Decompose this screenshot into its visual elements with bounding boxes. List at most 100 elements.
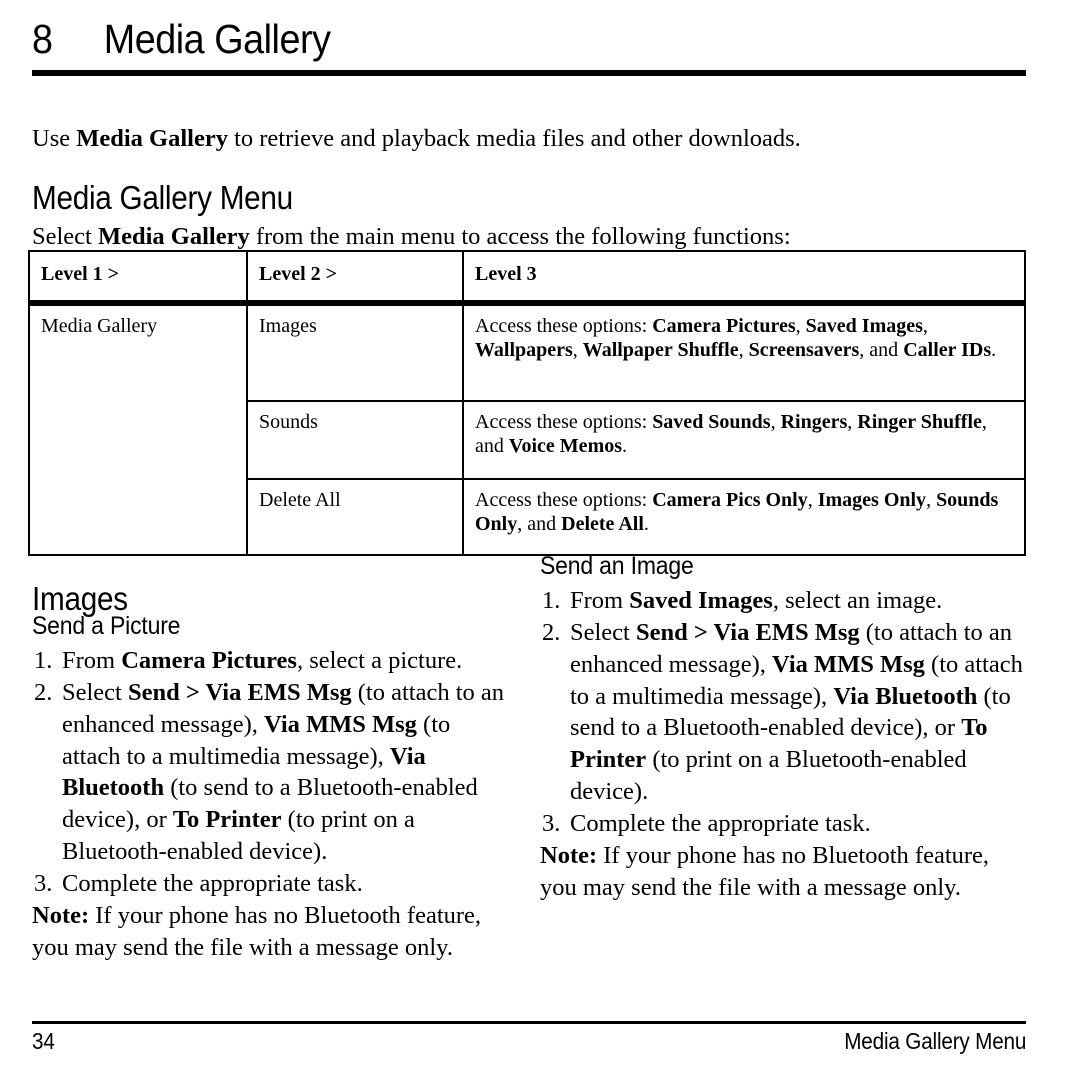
table-row: Media Gallery Images Access these option…: [28, 302, 1026, 556]
intro-prefix: Use: [32, 124, 77, 152]
page-footer: 34 Media Gallery Menu: [32, 1028, 1026, 1055]
intro-suffix: to retrieve and playback media files and…: [227, 124, 801, 152]
table-body: Media Gallery Images Access these option…: [28, 302, 1026, 556]
menu-structure-table: Level 1 > Level 2 > Level 3 Media Galler…: [28, 250, 1026, 556]
level3-terminator: .: [643, 513, 649, 536]
level3-option: Saved Images: [805, 315, 923, 337]
level3-option: Wallpapers: [475, 339, 573, 362]
step-number: 3.: [34, 869, 53, 897]
note-send-an-image: Note: If your phone has no Bluetooth fea…: [540, 840, 1026, 904]
cell-level2-images: Images: [246, 302, 464, 402]
document-page: 8 Media Gallery Use Media Gallery to ret…: [0, 0, 1080, 1080]
step-number: 2.: [34, 678, 53, 706]
step-text: Select: [62, 678, 128, 706]
level3-separator: ,: [770, 411, 781, 433]
step-text: Complete the appropriate task.: [62, 869, 363, 897]
step-bold-term: Camera Pictures: [121, 647, 297, 674]
chapter-rule-divider: [32, 70, 1026, 76]
page-number: 34: [32, 1028, 55, 1054]
column-left: Send a Picture 1. From Camera Pictures, s…: [32, 612, 512, 988]
step-item: 2. Select Send > Via EMS Msg (to attach t…: [542, 617, 1026, 808]
step-text: From: [570, 587, 630, 614]
intro-bold-term: Media Gallery: [76, 124, 228, 152]
column-right: Send an Image 1. From Saved Images, selec…: [540, 552, 1026, 928]
level3-separator: ,: [847, 411, 858, 433]
level3-option: Screensavers: [748, 339, 860, 362]
step-text: , select a picture.: [296, 647, 463, 674]
level3-option: Delete All: [561, 513, 644, 536]
step-text: , select an image.: [772, 587, 943, 614]
step-text: Select: [570, 618, 636, 646]
level3-option: Ringer Shuffle: [857, 411, 982, 433]
level3-prefix: Access these options:: [475, 315, 653, 337]
level3-separator: ,: [926, 489, 937, 511]
column-header-level-2: Level 2 >: [246, 250, 464, 306]
step-number: 1.: [542, 587, 561, 614]
level3-option: Ringers: [780, 411, 848, 433]
cell-level3-delete-all: Access these options: Camera Pics Only , …: [462, 478, 1026, 556]
step-text: Complete the appropriate task.: [570, 809, 871, 837]
level3-separator: ,: [738, 339, 749, 362]
note-label: Note:: [32, 901, 90, 929]
subsection-heading-send-an-image: Send an Image: [540, 552, 694, 580]
note-text: If your phone has no Bluetooth feature, …: [540, 841, 990, 901]
menu-lead-bold-term: Media Gallery: [98, 222, 250, 250]
cell-level3-sounds: Access these options: Saved Sounds, Ring…: [462, 400, 1026, 480]
note-label: Note:: [540, 841, 598, 869]
steps-list-send-a-picture: 1. From Camera Pictures, select a picture…: [32, 645, 512, 900]
step-bold-term: Via MMS Msg: [772, 650, 925, 678]
level3-separator: , and: [859, 339, 904, 362]
footer-rule-divider: [32, 1021, 1026, 1024]
step-number: 2.: [542, 618, 561, 646]
step-number: 1.: [34, 647, 53, 674]
step-item: 2. Select Send > Via EMS Msg (to attach t…: [34, 677, 512, 868]
column-header-level-1: Level 1 >: [28, 250, 248, 306]
cell-level2-delete-all: Delete All: [246, 478, 464, 556]
menu-lead-suffix: from the main menu to access the followi…: [249, 222, 791, 250]
level3-option: Camera Pictures: [652, 315, 796, 337]
note-send-a-picture: Note: If your phone has no Bluetooth fea…: [32, 900, 512, 964]
step-bold-term: Via Bluetooth: [833, 682, 978, 710]
step-item: 3. Complete the appropriate task.: [542, 808, 1026, 840]
step-number: 3.: [542, 809, 561, 837]
menu-lead-paragraph: Select Media Gallery from the main menu …: [32, 221, 1026, 253]
level3-option: Wallpaper Shuffle: [582, 339, 739, 362]
cell-level2-sounds: Sounds: [246, 400, 464, 480]
level3-option: Images Only: [817, 489, 927, 511]
level3-option: Voice Memos: [508, 435, 623, 458]
chapter-title: Media Gallery: [103, 16, 331, 62]
level3-prefix: Access these options:: [475, 411, 653, 433]
step-bold-term: Send > Via EMS Msg: [128, 678, 352, 706]
level3-terminator: .: [622, 435, 628, 458]
level3-separator: ,: [922, 315, 928, 337]
chapter-heading: 8 Media Gallery: [32, 16, 946, 62]
step-bold-term: Via MMS Msg: [264, 710, 417, 738]
step-item: 1. From Camera Pictures, select a picture…: [34, 645, 512, 677]
steps-list-send-an-image: 1. From Saved Images, select an image. 2. S…: [540, 585, 1026, 840]
level3-option: Camera Pics Only: [652, 489, 808, 511]
level3-separator: ,: [807, 489, 818, 511]
level3-option: Caller IDs: [903, 339, 992, 362]
level3-separator: ,: [572, 339, 583, 362]
menu-lead-prefix: Select: [32, 222, 98, 250]
column-header-level-3: Level 3: [462, 250, 1026, 306]
level3-separator: ,: [795, 315, 806, 337]
note-text: If your phone has no Bluetooth feature, …: [32, 901, 482, 961]
chapter-number: 8: [32, 16, 53, 62]
intro-paragraph: Use Media Gallery to retrieve and playba…: [32, 123, 1026, 155]
step-bold-term: To Printer: [172, 806, 282, 834]
level3-prefix: Access these options:: [475, 489, 653, 511]
cell-level1-media-gallery: Media Gallery: [28, 302, 248, 556]
step-item: 3. Complete the appropriate task.: [34, 868, 512, 900]
cell-level3-images: Access these options: Camera Pictures, S…: [462, 302, 1026, 402]
step-bold-term: Saved Images: [629, 587, 773, 614]
subsection-heading-send-a-picture: Send a Picture: [32, 612, 181, 640]
table-header-row: Level 1 > Level 2 > Level 3: [28, 250, 1026, 306]
section-heading-media-gallery-menu: Media Gallery Menu: [32, 179, 293, 217]
step-bold-term: Send > Via EMS Msg: [636, 618, 860, 646]
level3-terminator: .: [991, 339, 997, 362]
level3-option: Saved Sounds: [652, 411, 771, 433]
level3-separator: , and: [517, 513, 562, 536]
step-item: 1. From Saved Images, select an image.: [542, 585, 1026, 617]
step-text: From: [62, 647, 122, 674]
